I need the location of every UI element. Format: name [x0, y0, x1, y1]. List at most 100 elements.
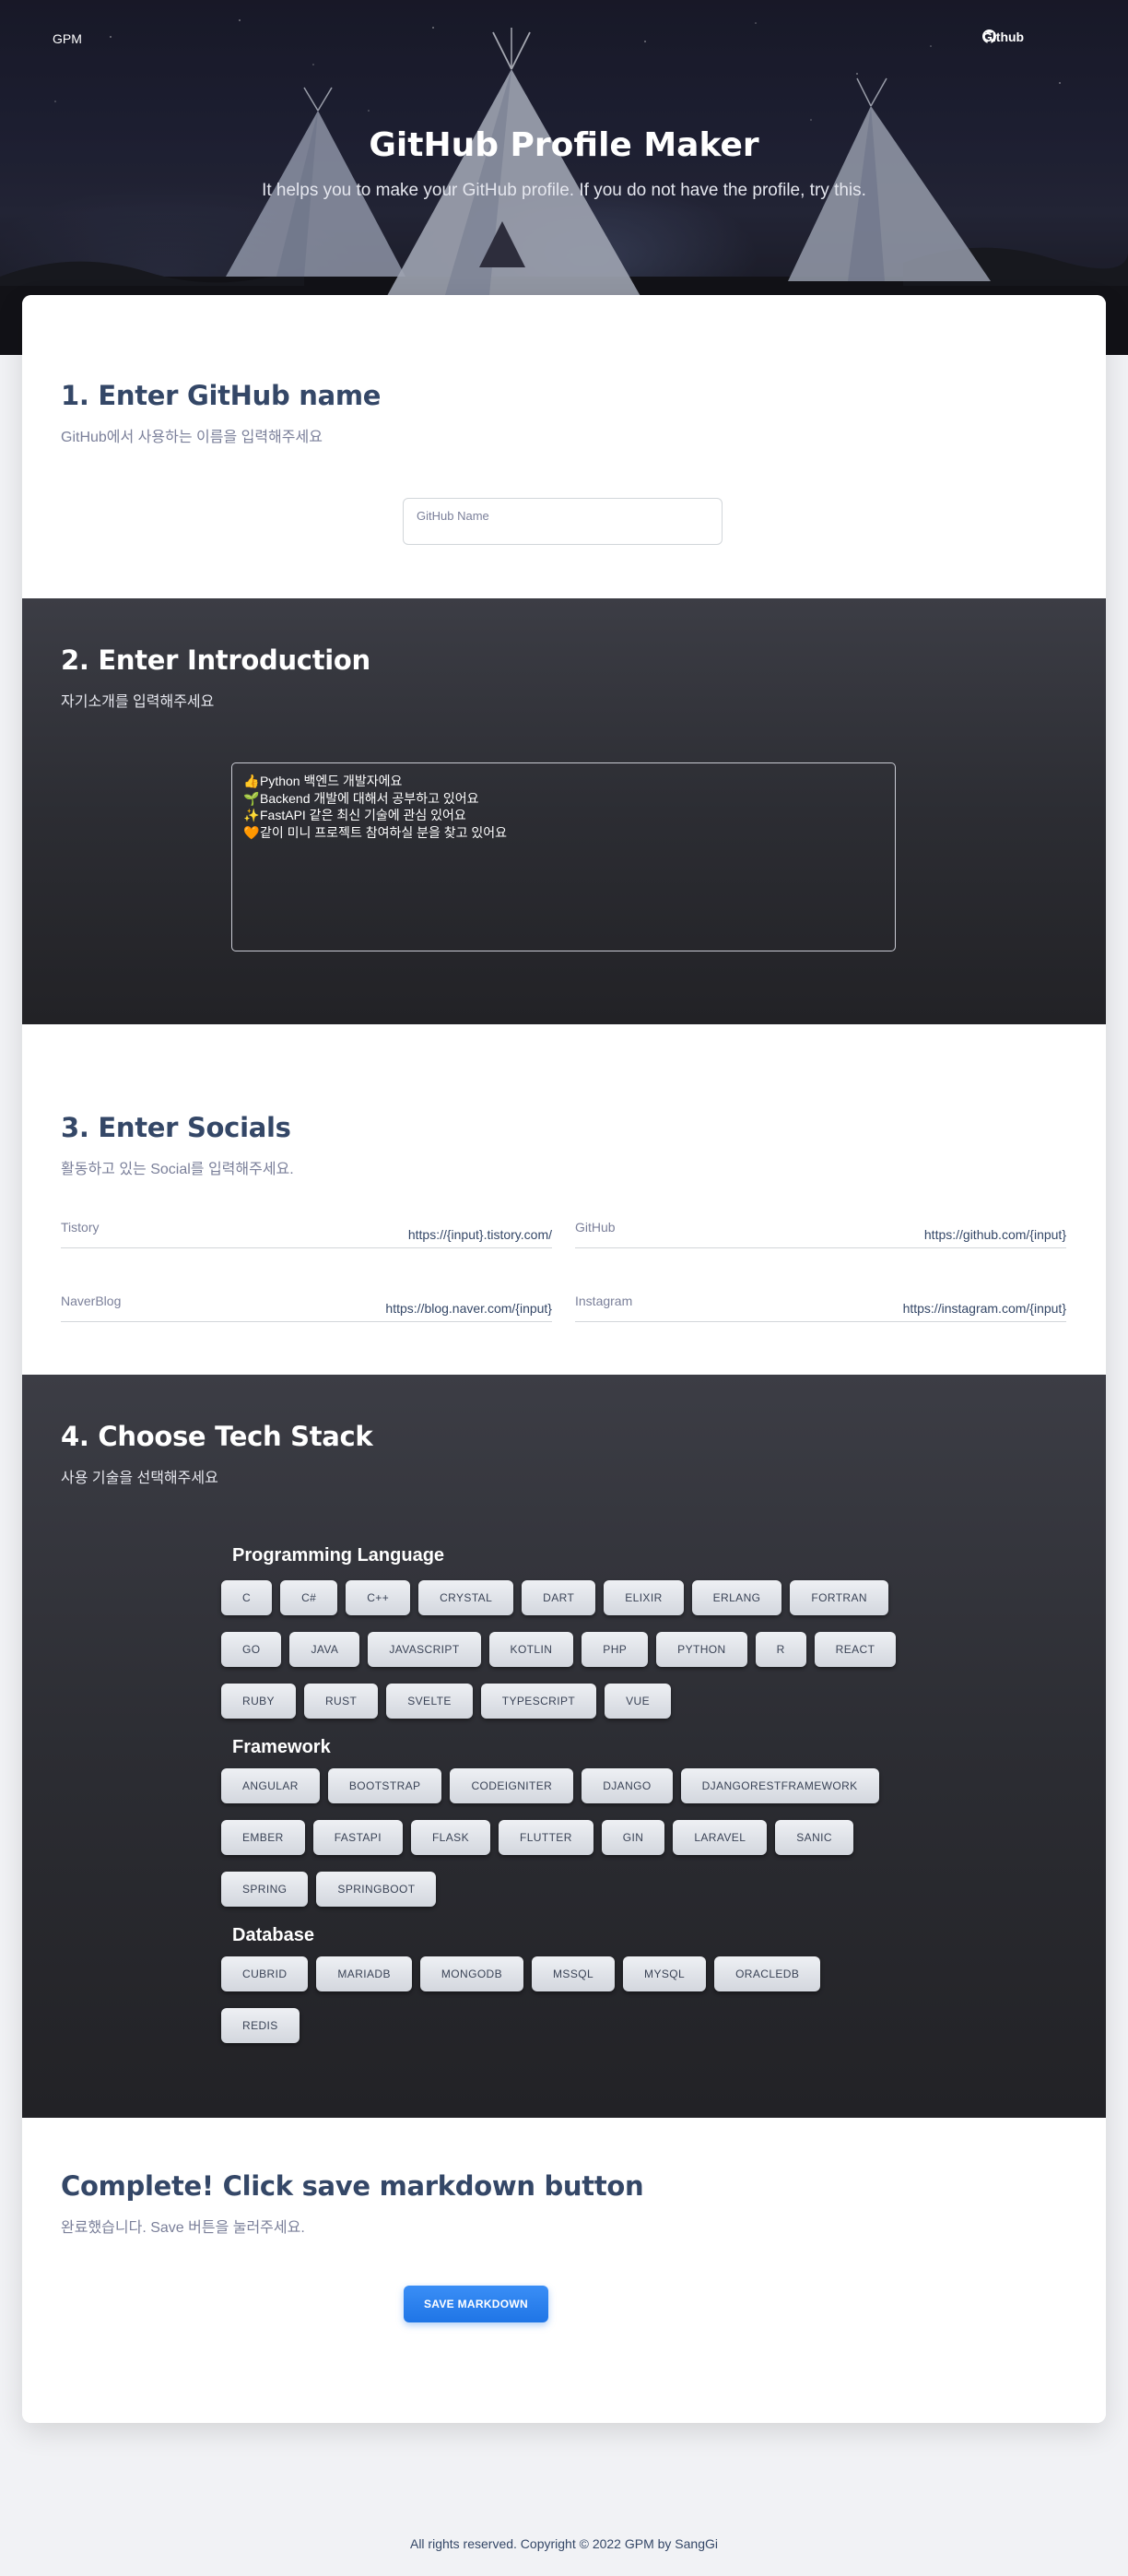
github-value: https://github.com/{input}: [923, 1227, 1066, 1242]
tech-chip[interactable]: RUBY: [221, 1684, 296, 1719]
chip-row: ANGULAR BOOTSTRAP CODEIGNITER DJANGO DJA…: [221, 1768, 879, 1803]
tech-chip[interactable]: VUE: [605, 1684, 671, 1719]
section-title: 4. Choose Tech Stack: [61, 1421, 373, 1452]
chip-row: REDIS: [221, 2008, 300, 2043]
section-title: 3. Enter Socials: [61, 1112, 291, 1143]
tech-chip[interactable]: DJANGO: [582, 1768, 673, 1803]
tech-chip[interactable]: GO: [221, 1632, 282, 1667]
section-github-name: 1. Enter GitHub name GitHub에서 사용하는 이름을 입…: [22, 295, 1106, 598]
tech-chip[interactable]: DART: [522, 1580, 596, 1615]
tech-chip[interactable]: FORTRAN: [790, 1580, 888, 1615]
section-tech-stack: 4. Choose Tech Stack 사용 기술을 선택해주세요 Progr…: [22, 1375, 1106, 2118]
orange-heart-icon: 🧡: [243, 824, 260, 840]
chip-row: GO JAVA JAVASCRIPT KOTLIN PHP PYTHON R R…: [221, 1632, 897, 1667]
seedling-icon: 🌱: [243, 790, 260, 806]
tech-chip[interactable]: GIN: [601, 1820, 665, 1855]
tech-chip[interactable]: RUST: [303, 1684, 379, 1719]
save-markdown-button[interactable]: SAVE MARKDOWN: [404, 2286, 548, 2322]
github-label: GitHub: [575, 1220, 616, 1235]
tech-chip[interactable]: SPRINGBOOT: [316, 1872, 437, 1907]
naverblog-input[interactable]: NaverBlog https://blog.naver.com/{input}: [61, 1294, 552, 1322]
chip-row: RUBY RUST SVELTE TYPESCRIPT VUE: [221, 1684, 671, 1719]
thumbs-up-icon: 👍: [243, 774, 260, 788]
naverblog-value: https://blog.naver.com/{input}: [385, 1301, 552, 1316]
tech-chip[interactable]: PHP: [582, 1632, 649, 1667]
tech-chip[interactable]: EMBER: [221, 1820, 305, 1855]
group-label-database: Database: [232, 1925, 314, 1945]
intro-line: 🧡같이 미니 프로젝트 참여하실 분을 찾고 있어요: [243, 824, 884, 842]
tech-chip[interactable]: ERLANG: [691, 1580, 782, 1615]
tech-chip[interactable]: BOOTSTRAP: [327, 1768, 442, 1803]
intro-line-text: Backend 개발에 대해서 공부하고 있어요: [260, 790, 479, 806]
tech-chip[interactable]: C#: [280, 1580, 338, 1615]
tech-chip[interactable]: MARIADB: [316, 1956, 412, 1991]
tech-chip[interactable]: FLASK: [410, 1820, 490, 1855]
tech-chip[interactable]: CUBRID: [221, 1956, 309, 1991]
tistory-label: Tistory: [61, 1220, 100, 1235]
tech-chip[interactable]: FLUTTER: [498, 1820, 593, 1855]
hero-subtitle: It helps you to make your GitHub profile…: [262, 181, 866, 200]
introduction-textarea[interactable]: 👍Python 백엔드 개발자에요 🌱Backend 개발에 대해서 공부하고 …: [231, 762, 896, 951]
group-label-programming-language: Programming Language: [232, 1545, 445, 1566]
tech-chip[interactable]: JAVA: [289, 1632, 360, 1667]
nav-brand[interactable]: GPM: [53, 31, 82, 46]
footer-copyright: All rights reserved. Copyright © 2022 GP…: [409, 2536, 719, 2551]
tech-chip[interactable]: DJANGORESTFRAMEWORK: [680, 1768, 879, 1803]
tech-chip[interactable]: REDIS: [221, 2008, 300, 2043]
nav-github-link[interactable]: Github: [982, 30, 1024, 44]
tech-chip[interactable]: SPRING: [221, 1872, 309, 1907]
tech-chip[interactable]: CRYSTAL: [418, 1580, 514, 1615]
tech-chip[interactable]: MONGODB: [419, 1956, 524, 1991]
tistory-value: https://{input}.tistory.com/: [407, 1227, 552, 1242]
section-title: Complete! Click save markdown button: [61, 2170, 644, 2202]
chip-row: EMBER FASTAPI FLASK FLUTTER GIN LARAVEL …: [221, 1820, 853, 1855]
tech-chip[interactable]: TYPESCRIPT: [480, 1684, 597, 1719]
section-socials: 3. Enter Socials 활동하고 있는 Social를 입력해주세요.…: [22, 1024, 1106, 1375]
tech-chip[interactable]: ORACLEDB: [714, 1956, 821, 1991]
tech-chip[interactable]: ANGULAR: [221, 1768, 320, 1803]
tech-chip[interactable]: KOTLIN: [488, 1632, 574, 1667]
chip-row: CUBRID MARIADB MONGODB MSSQL MYSQL ORACL…: [221, 1956, 821, 1991]
github-social-input[interactable]: GitHub https://github.com/{input}: [575, 1220, 1066, 1248]
tech-chip[interactable]: MYSQL: [623, 1956, 707, 1991]
section-complete: Complete! Click save markdown button 완료했…: [22, 2118, 1106, 2423]
instagram-label: Instagram: [575, 1294, 633, 1308]
tech-chip[interactable]: CODEIGNITER: [450, 1768, 574, 1803]
tech-chip[interactable]: C++: [346, 1580, 411, 1615]
chip-row: C C# C++ CRYSTAL DART ELIXIR ERLANG FORT…: [221, 1580, 888, 1615]
tech-chip[interactable]: FASTAPI: [312, 1820, 403, 1855]
section-subtitle: 사용 기술을 선택해주세요: [61, 1471, 218, 1486]
hero-title: GitHub Profile Maker: [369, 126, 759, 164]
intro-line: ✨FastAPI 같은 최신 기술에 관심 있어요: [243, 807, 884, 824]
section-title: 1. Enter GitHub name: [61, 380, 382, 411]
group-label-framework: Framework: [232, 1737, 331, 1757]
instagram-input[interactable]: Instagram https://instagram.com/{input}: [575, 1294, 1066, 1322]
intro-line: 🌱Backend 개발에 대해서 공부하고 있어요: [243, 790, 884, 808]
github-icon: [982, 30, 996, 43]
intro-line: 👍Python 백엔드 개발자에요: [243, 773, 884, 790]
instagram-value: https://instagram.com/{input}: [902, 1301, 1066, 1316]
tech-chip[interactable]: PYTHON: [656, 1632, 747, 1667]
tech-chip[interactable]: C: [221, 1580, 273, 1615]
tech-chip[interactable]: MSSQL: [532, 1956, 616, 1991]
sparkles-icon: ✨: [243, 808, 260, 822]
tech-chip[interactable]: JAVASCRIPT: [368, 1632, 481, 1667]
tistory-input[interactable]: Tistory https://{input}.tistory.com/: [61, 1220, 552, 1248]
tech-chip[interactable]: LARAVEL: [673, 1820, 768, 1855]
tech-chip[interactable]: ELIXIR: [604, 1580, 684, 1615]
section-subtitle: 완료했습니다. Save 버튼을 눌러주세요.: [61, 2220, 305, 2236]
intro-line-text: Python 백엔드 개발자에요: [260, 774, 403, 788]
section-title: 2. Enter Introduction: [61, 644, 370, 676]
tech-chip[interactable]: SANIC: [775, 1820, 853, 1855]
section-subtitle: GitHub에서 사용하는 이름을 입력해주세요: [61, 430, 323, 445]
tech-chip[interactable]: R: [755, 1632, 806, 1667]
github-name-input[interactable]: GitHub Name: [403, 498, 723, 545]
tech-chip[interactable]: REACT: [814, 1632, 897, 1667]
naverblog-label: NaverBlog: [61, 1294, 122, 1308]
intro-line-text: FastAPI 같은 최신 기술에 관심 있어요: [260, 808, 466, 822]
section-subtitle: 활동하고 있는 Social를 입력해주세요.: [61, 1162, 294, 1177]
chip-row: SPRING SPRINGBOOT: [221, 1872, 437, 1907]
github-name-placeholder: GitHub Name: [417, 509, 489, 523]
tech-chip[interactable]: SVELTE: [386, 1684, 473, 1719]
main-card: 1. Enter GitHub name GitHub에서 사용하는 이름을 입…: [22, 295, 1106, 2423]
